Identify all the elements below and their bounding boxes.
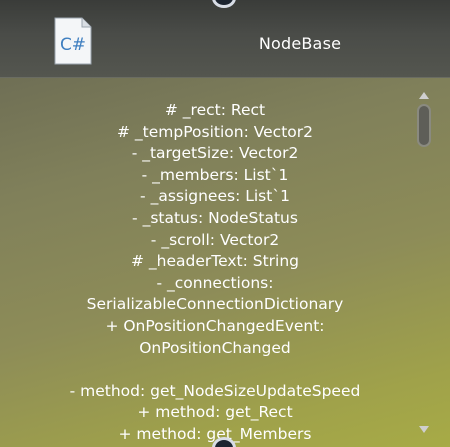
member-item: # _headerText: String — [130, 252, 300, 271]
member-item: # _tempPosition: Vector2 — [117, 122, 313, 141]
scrollbar-thumb[interactable] — [417, 104, 431, 147]
member-item: - _members: List`1 — [141, 165, 289, 184]
input-port[interactable] — [212, 0, 236, 8]
member-item: OnPositionChanged — [139, 338, 291, 357]
svg-text:C#: C# — [60, 35, 86, 55]
member-item: # _rect: Rect — [164, 101, 266, 119]
member-item: - _assignees: List`1 — [140, 187, 290, 206]
member-item: - _targetSize: Vector2 — [131, 144, 299, 163]
scrollbar-track[interactable] — [417, 104, 431, 421]
member-item: + method: get_Rect — [137, 403, 293, 422]
node-body: # _rect: Rect # _tempPosition: Vector2 - _… — [0, 78, 450, 447]
member-item: - method: get_NodeSizeUpdateSpeed — [69, 381, 361, 400]
member-list: # _rect: Rect # _tempPosition: Vector2 - _… — [15, 100, 415, 446]
node-window[interactable]: C# NodeBase # _rect: Rect # _tempPosition… — [0, 0, 450, 447]
scroll-up-arrow-icon[interactable] — [419, 92, 429, 99]
node-title: NodeBase — [258, 34, 342, 53]
member-item: + OnPositionChangedEvent: — [105, 316, 325, 335]
member-spacer — [15, 359, 415, 381]
member-item: - _status: NodeStatus — [132, 208, 298, 227]
scroll-down-arrow-icon[interactable] — [419, 426, 429, 433]
member-item: - _connections: — [156, 273, 274, 292]
member-item: - _scroll: Vector2 — [150, 230, 280, 249]
vertical-scrollbar[interactable] — [414, 90, 434, 435]
member-item: SerializableConnectionDictionary — [86, 295, 344, 314]
csharp-file-icon: C# — [54, 17, 92, 65]
node-header[interactable]: C# NodeBase — [0, 0, 450, 78]
